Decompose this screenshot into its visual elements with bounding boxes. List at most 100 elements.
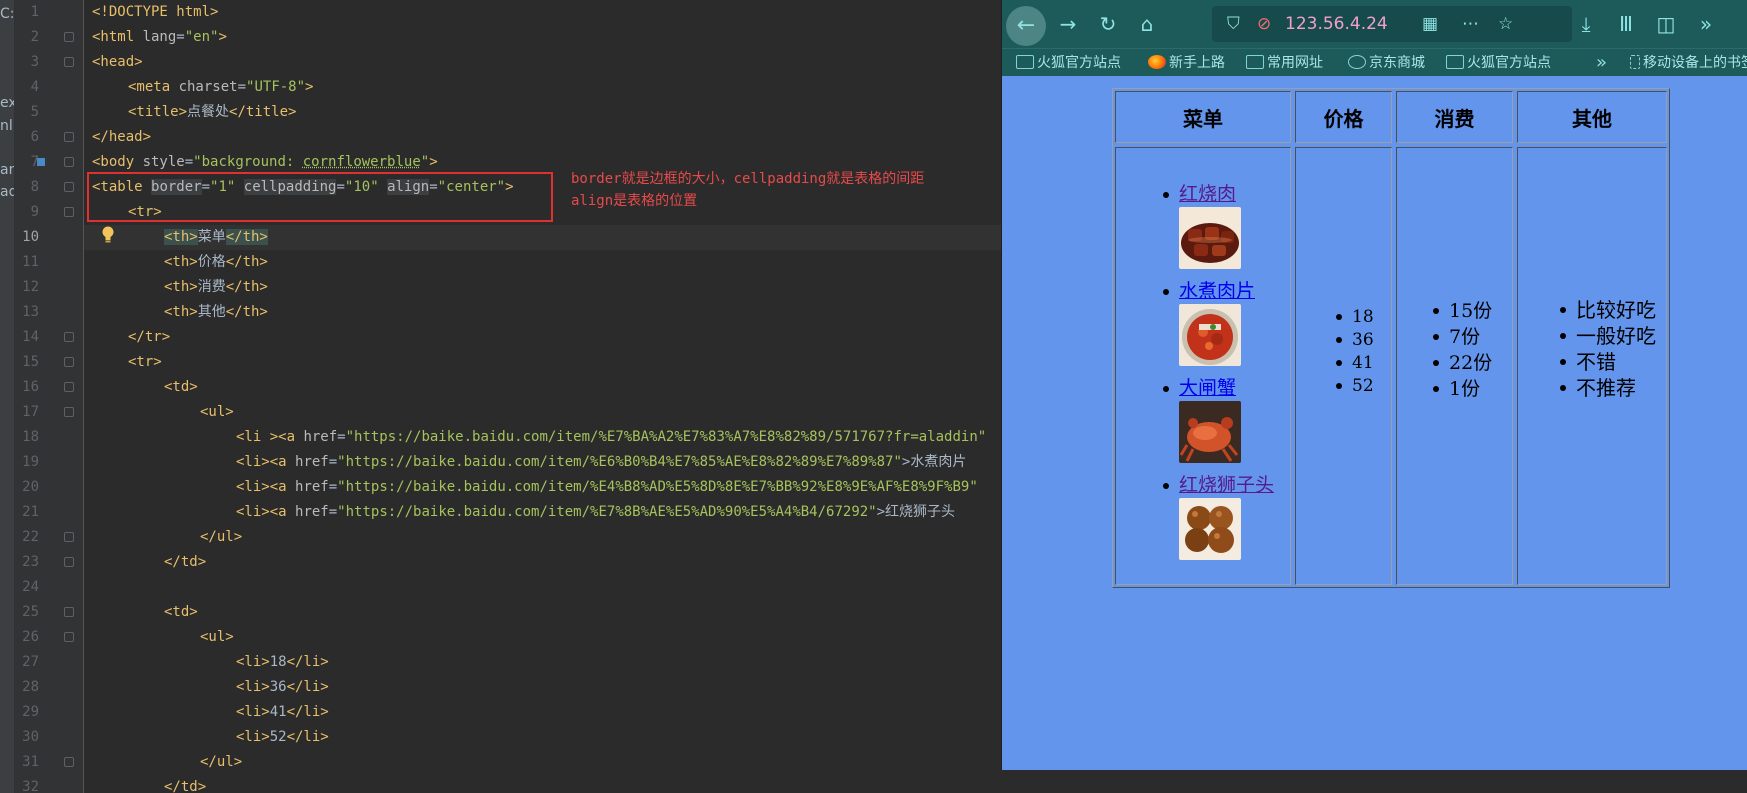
fold-toggle-icon[interactable]: [64, 57, 74, 67]
fold-toggle-icon[interactable]: [64, 382, 74, 392]
consumption-item: 7份: [1432, 324, 1492, 350]
bookmark-item[interactable]: 京东商城: [1348, 53, 1425, 73]
line-number: 17: [22, 404, 39, 420]
code-line-19: <li><a href="https://baike.baidu.com/ite…: [236, 454, 967, 470]
line-number: 11: [22, 254, 39, 270]
menu-link[interactable]: 红烧狮子头: [1179, 473, 1274, 497]
line-number: 28: [22, 679, 39, 695]
qr-icon[interactable]: ▦: [1422, 13, 1438, 35]
shield-icon[interactable]: ⛉: [1227, 13, 1240, 35]
menu-link[interactable]: 红烧肉: [1179, 182, 1274, 206]
fold-toggle-icon[interactable]: [64, 557, 74, 567]
fold-toggle-icon[interactable]: [64, 632, 74, 642]
line-number: 32: [22, 779, 39, 793]
price-item: 18: [1336, 307, 1374, 327]
fold-toggle-icon[interactable]: [64, 532, 74, 542]
breakpoint-marker[interactable]: [37, 158, 45, 166]
code-line-18: <li ><a href="https://baike.baidu.com/it…: [236, 429, 987, 445]
code-line-17: <ul>: [200, 404, 234, 420]
insecure-lock-icon[interactable]: ⊘: [1257, 13, 1271, 35]
line-number: 1: [30, 4, 39, 20]
menu-link[interactable]: 大闸蟹: [1179, 376, 1274, 400]
other-cell: 比较好吃 一般好吃 不错 不推荐: [1517, 147, 1667, 585]
url-text[interactable]: 123.56.4.24: [1285, 14, 1388, 34]
sidebar-icon[interactable]: ◫: [1652, 10, 1680, 38]
library-icon[interactable]: Ⅲ: [1612, 10, 1640, 38]
line-number: 2: [30, 29, 39, 45]
line-number: 20: [22, 479, 39, 495]
bookmarks-toolbar: 火狐官方站点 新手上路 常用网址 京东商城 火狐官方站点 » 移动设备上的书签: [1002, 48, 1747, 76]
header-price: 价格: [1295, 91, 1392, 143]
chevron-right-icon[interactable]: »: [1596, 53, 1607, 73]
line-number: 7: [30, 154, 39, 170]
line-number: 23: [22, 554, 39, 570]
code-line-26: <ul>: [200, 629, 234, 645]
braised-pork-image: [1179, 207, 1241, 269]
fold-toggle-icon[interactable]: [64, 407, 74, 417]
other-item: 不推荐: [1560, 375, 1656, 401]
side-label: ar: [0, 162, 15, 178]
bookmark-item[interactable]: 新手上路: [1148, 53, 1225, 73]
price-list: 18 36 41 52: [1336, 306, 1374, 398]
consumption-item: 22份: [1432, 352, 1493, 374]
globe-icon: [1348, 55, 1366, 69]
line-number: 18: [22, 429, 39, 445]
side-label: nl: [0, 118, 13, 134]
fold-toggle-icon[interactable]: [64, 357, 74, 367]
bookmark-item[interactable]: 火狐官方站点: [1446, 53, 1551, 73]
code-line-23: </td>: [164, 554, 207, 570]
header-other: 其他: [1517, 91, 1667, 143]
fold-toggle-icon[interactable]: [64, 607, 74, 617]
line-number: 21: [22, 504, 39, 520]
code-line-30: <li>52</li>: [236, 729, 329, 745]
mobile-icon: [1630, 55, 1640, 69]
code-line-13: <th>其他</th>: [164, 304, 268, 320]
code-line-4: <meta charset="UTF-8">: [128, 79, 314, 95]
firefox-icon: [1148, 55, 1166, 69]
fold-toggle-icon[interactable]: [64, 157, 74, 167]
header-consumption: 消费: [1396, 91, 1513, 143]
more-icon[interactable]: ⋯: [1462, 13, 1479, 35]
fold-toggle-icon[interactable]: [64, 132, 74, 142]
menu-link[interactable]: 水煮肉片: [1179, 279, 1274, 303]
fold-toggle-icon[interactable]: [64, 332, 74, 342]
fold-toggle-icon[interactable]: [64, 32, 74, 42]
other-item: 一般好吃: [1560, 324, 1656, 348]
line-number: 31: [22, 754, 39, 770]
bookmark-item[interactable]: 火狐官方站点: [1016, 53, 1121, 73]
code-line-28: <li>36</li>: [236, 679, 329, 695]
fold-toggle-icon[interactable]: [64, 757, 74, 767]
bookmark-item[interactable]: 常用网址: [1246, 53, 1323, 73]
list-item: 红烧狮子头: [1162, 473, 1274, 570]
code-line-1: <!DOCTYPE html>: [92, 4, 219, 20]
other-item: 比较好吃: [1560, 298, 1656, 322]
side-label: ex: [0, 95, 15, 111]
code-line-32: </td>: [164, 779, 207, 793]
download-icon[interactable]: ⤓: [1572, 10, 1600, 38]
side-label: C:: [0, 6, 15, 22]
price-item: 41: [1336, 353, 1374, 373]
folder-icon: [1246, 55, 1264, 69]
line-number: 22: [22, 529, 39, 545]
fold-toggle-icon[interactable]: [64, 207, 74, 217]
line-number: 13: [22, 304, 39, 320]
bookmark-item[interactable]: 移动设备上的书签: [1630, 53, 1747, 73]
star-icon[interactable]: ☆: [1498, 13, 1513, 35]
list-item: 大闸蟹: [1162, 376, 1274, 473]
reload-icon[interactable]: ↻: [1094, 10, 1122, 38]
address-bar[interactable]: ⛉ ⊘ 123.56.4.24 ▦ ⋯ ☆: [1212, 6, 1572, 42]
lightbulb-icon[interactable]: [101, 226, 115, 244]
code-line-22: </ul>: [200, 529, 243, 545]
home-icon[interactable]: ⌂: [1133, 10, 1161, 38]
overflow-icon[interactable]: »: [1692, 10, 1720, 38]
fold-toggle-icon[interactable]: [64, 182, 74, 192]
menu-list: 红烧肉 水煮肉片 大闸蟹 红烧狮子头: [1162, 182, 1274, 570]
side-label: ad: [0, 184, 14, 200]
consumption-item: 1份: [1432, 376, 1492, 402]
code-line-2: <html lang="en">: [92, 29, 227, 45]
back-icon[interactable]: ←: [1006, 6, 1046, 46]
consumption-list: 15份 7份 22份 1份: [1432, 298, 1493, 402]
line-number: 4: [30, 79, 39, 95]
forward-icon[interactable]: →: [1054, 10, 1082, 38]
line-number: 27: [22, 654, 39, 670]
